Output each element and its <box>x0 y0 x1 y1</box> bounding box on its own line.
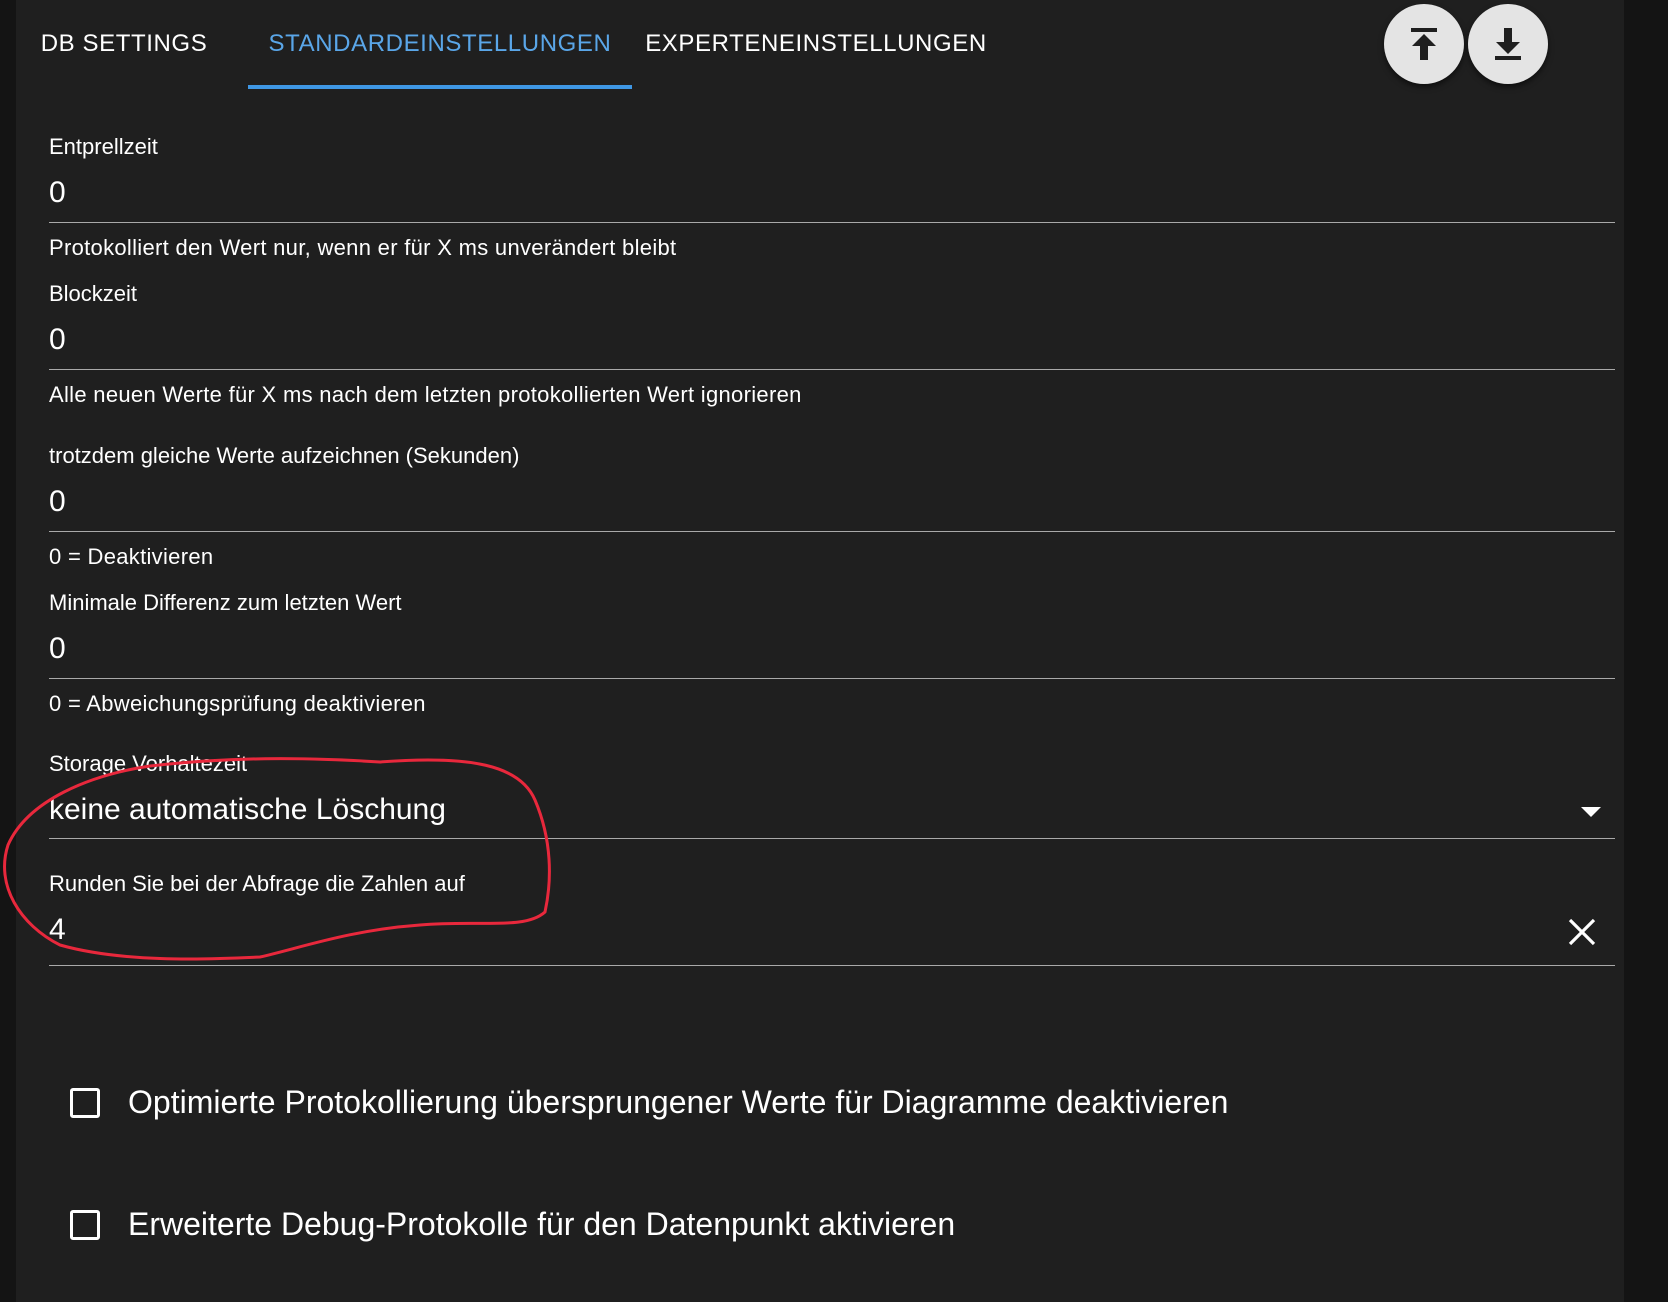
dropdown-arrow-icon[interactable] <box>1581 807 1601 817</box>
blocktime-field: Blockzeit 0 Alle neuen Werte für X ms na… <box>49 281 1615 411</box>
helper-text: 0 = Deaktivieren <box>49 544 214 569</box>
helper-text: Alle neuen Werte für X ms nach dem letzt… <box>49 382 802 407</box>
tab-db-settings[interactable]: DB SETTINGS <box>30 0 218 88</box>
field-label: Minimale Differenz zum letzten Wert <box>49 590 402 615</box>
active-tab-indicator <box>248 85 632 89</box>
disable-skipped-values-checkbox-row[interactable]: Optimierte Protokollierung übersprungene… <box>70 1084 1228 1121</box>
checkbox-label: Optimierte Protokollierung übersprungene… <box>128 1084 1229 1120</box>
input-underline <box>49 531 1615 532</box>
field-label: Blockzeit <box>49 281 138 306</box>
blocktime-input[interactable]: 0 <box>49 323 66 357</box>
storage-retention-value[interactable]: keine automatische Löschung <box>49 793 446 827</box>
debounce-input[interactable]: 0 <box>49 176 66 210</box>
download-icon <box>1495 28 1521 60</box>
debug-logs-checkbox-row[interactable]: Erweiterte Debug-Protokolle für den Date… <box>70 1206 955 1243</box>
min-difference-field: Minimale Differenz zum letzten Wert 0 0 … <box>49 590 1615 720</box>
upload-button[interactable] <box>1384 4 1464 84</box>
changes-relog-input[interactable]: 0 <box>49 485 66 519</box>
round-input[interactable]: 4 <box>49 913 66 947</box>
storage-retention-select[interactable]: Storage Vorhaltezeit keine automatische … <box>49 751 1615 847</box>
input-underline <box>49 965 1615 966</box>
checkbox[interactable] <box>70 1209 100 1240</box>
round-field: Runden Sie bei der Abfrage die Zahlen au… <box>49 871 1615 971</box>
helper-text: 0 = Abweichungsprüfung deaktivieren <box>49 691 426 716</box>
field-label: Entprellzeit <box>49 134 158 159</box>
download-button[interactable] <box>1468 4 1548 84</box>
tab-expert-settings[interactable]: EXPERTENEINSTELLUNGEN <box>645 0 986 88</box>
field-label: Storage Vorhaltezeit <box>49 751 248 776</box>
changes-relog-field: trotzdem gleiche Werte aufzeichnen (Seku… <box>49 443 1615 573</box>
min-difference-input[interactable]: 0 <box>49 632 66 666</box>
debounce-field: Entprellzeit 0 Protokolliert den Wert nu… <box>49 134 1615 264</box>
clear-icon[interactable] <box>1567 917 1597 952</box>
settings-panel: DB SETTINGS STANDARDEINSTELLUNGEN EXPERT… <box>16 0 1624 1302</box>
input-underline <box>49 222 1615 223</box>
checkbox[interactable] <box>70 1087 100 1118</box>
upload-to-top-icon <box>1411 28 1437 60</box>
input-underline <box>49 678 1615 679</box>
input-underline <box>49 838 1615 839</box>
helper-text: Protokolliert den Wert nur, wenn er für … <box>49 235 677 260</box>
tab-standard-settings[interactable]: STANDARDEINSTELLUNGEN <box>248 0 632 88</box>
checkbox-label: Erweiterte Debug-Protokolle für den Date… <box>128 1206 956 1242</box>
field-label: trotzdem gleiche Werte aufzeichnen (Seku… <box>49 443 520 468</box>
field-label: Runden Sie bei der Abfrage die Zahlen au… <box>49 871 465 896</box>
input-underline <box>49 369 1615 370</box>
